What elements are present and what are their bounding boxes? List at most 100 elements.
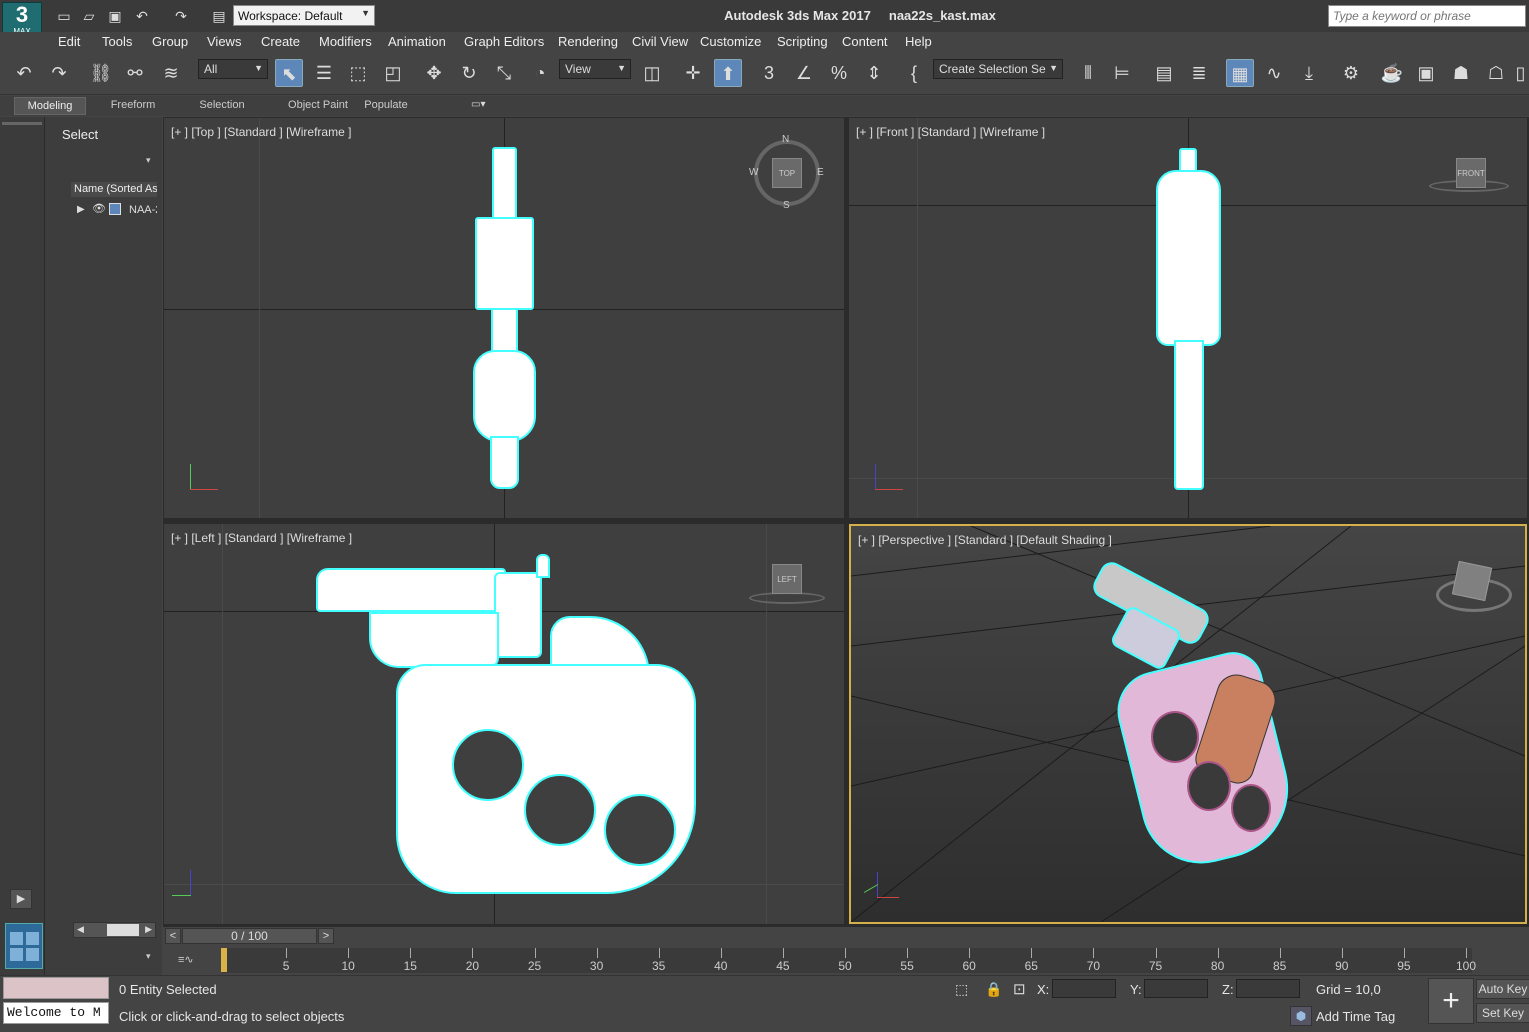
column-header-name[interactable]: Name (Sorted Ascending) xyxy=(71,182,157,197)
project-folder-icon[interactable]: ▤ xyxy=(210,7,228,25)
schematic-view-icon[interactable]: ⤓ xyxy=(1295,59,1323,87)
material-editor-icon[interactable]: ⚙ xyxy=(1337,59,1365,87)
visibility-eye-icon[interactable]: 👁 xyxy=(92,202,106,215)
keyboard-shortcut-override-icon[interactable]: ⬆ xyxy=(714,59,742,87)
spinner-snap-icon[interactable]: ⇕ xyxy=(860,59,888,87)
undo-icon[interactable]: ↶ xyxy=(133,7,151,25)
time-slider[interactable]: 0 / 100 xyxy=(182,928,317,944)
scale-icon[interactable]: ⤡ xyxy=(490,59,518,87)
next-frame-button[interactable]: > xyxy=(318,928,334,944)
viewport-label[interactable]: [+ ] [Front ] [Standard ] [Wireframe ] xyxy=(856,125,1045,139)
add-time-tag-button[interactable]: Add Time Tag xyxy=(1316,1009,1395,1024)
render-setup-icon[interactable]: ☕ xyxy=(1378,59,1406,87)
search-input[interactable] xyxy=(1328,5,1526,27)
scene-explorer-menu-icon[interactable]: ▾ xyxy=(146,155,151,166)
percent-snap-icon[interactable]: % xyxy=(825,59,853,87)
current-frame-marker[interactable] xyxy=(221,948,227,972)
select-manipulate-icon[interactable]: ✛ xyxy=(679,59,707,87)
menu-item-animation[interactable]: Animation xyxy=(388,34,446,49)
set-key-plus-icon[interactable]: + xyxy=(1428,978,1474,1024)
window-crossing-icon[interactable]: ◰ xyxy=(379,59,407,87)
maxscript-mini-listener[interactable] xyxy=(3,977,109,999)
auto-key-button[interactable]: Auto Key xyxy=(1476,979,1529,999)
render-iterative-icon[interactable]: ☖ xyxy=(1482,59,1510,87)
move-icon[interactable]: ✥ xyxy=(420,59,448,87)
ribbon-toggle-icon[interactable]: ▦ xyxy=(1226,59,1254,87)
menu-item-views[interactable]: Views xyxy=(207,34,241,49)
select-by-name-icon[interactable]: ☰ xyxy=(310,59,338,87)
absolute-transform-icon[interactable]: ⊡ xyxy=(1013,980,1026,998)
pivot-center-icon[interactable]: ◫ xyxy=(638,59,666,87)
workspace-dropdown[interactable]: Workspace: Default ▼ xyxy=(233,5,375,26)
menu-item-create[interactable]: Create xyxy=(261,34,300,49)
new-file-icon[interactable]: ▭ xyxy=(55,7,73,25)
viewcube-face[interactable]: TOP xyxy=(772,158,802,188)
unlink-icon[interactable]: ⚯ xyxy=(121,59,149,87)
coord-y-field[interactable] xyxy=(1144,979,1208,998)
edit-named-selection-icon[interactable]: { xyxy=(900,59,928,87)
menu-item-help[interactable]: Help xyxy=(905,34,932,49)
ribbon-options-icon[interactable]: ▭▾ xyxy=(471,99,497,113)
ribbon-tab-freeform[interactable]: Freeform xyxy=(100,97,166,115)
scroll-right-icon[interactable]: ▶ xyxy=(145,924,152,935)
scroll-thumb[interactable] xyxy=(107,924,139,936)
curve-editor-icon[interactable]: ∿ xyxy=(1260,59,1288,87)
prev-frame-button[interactable]: < xyxy=(165,928,181,944)
lock-selection-icon[interactable]: 🔒 xyxy=(985,981,1002,998)
ribbon-tab-selection[interactable]: Selection xyxy=(190,97,254,115)
viewport-left[interactable]: [+ ] [Left ] [Standard ] [Wireframe ] LE… xyxy=(164,524,844,924)
menu-item-civil-view[interactable]: Civil View xyxy=(632,34,688,49)
menu-item-graph-editors[interactable]: Graph Editors xyxy=(464,34,544,49)
viewport-top[interactable]: [+ ] [Top ] [Standard ] [Wireframe ] TOP… xyxy=(164,118,844,518)
select-object-icon[interactable]: ⬉ xyxy=(275,59,303,87)
coord-z-field[interactable] xyxy=(1236,979,1300,998)
menu-item-edit[interactable]: Edit xyxy=(58,34,80,49)
mini-curve-editor-icon[interactable]: ≡∿ xyxy=(178,953,194,966)
rendered-frame-window-icon[interactable]: ▣ xyxy=(1412,59,1440,87)
scene-explorer-toggle-icon[interactable]: ▤ xyxy=(1150,59,1178,87)
scene-item-row[interactable]: ▶ 👁 NAA-22S xyxy=(71,202,157,220)
rectangular-selection-icon[interactable]: ⬚ xyxy=(344,59,372,87)
render-production-icon[interactable]: ☗ xyxy=(1447,59,1475,87)
maxscript-input[interactable]: Welcome to M xyxy=(3,1002,109,1024)
redo-icon[interactable]: ↷ xyxy=(172,7,190,25)
time-tag-icon[interactable]: ⬢ xyxy=(1290,1006,1312,1026)
mirror-icon[interactable]: ⫴ xyxy=(1074,59,1102,87)
save-icon[interactable]: ▣ xyxy=(106,7,124,25)
expand-triangle-icon[interactable]: ▶ xyxy=(77,204,85,215)
viewport-front[interactable]: [+ ] [Front ] [Standard ] [Wireframe ] F… xyxy=(849,118,1527,518)
viewcube-cube[interactable] xyxy=(1451,560,1493,602)
render-activeshade-icon[interactable]: ▯ xyxy=(1512,59,1529,87)
viewport-label[interactable]: [+ ] [Perspective ] [Standard ] [Default… xyxy=(858,533,1112,547)
snaps-toggle-icon[interactable]: 3 xyxy=(755,59,783,87)
bind-space-warp-icon[interactable]: ≋ xyxy=(157,59,185,87)
angle-snap-icon[interactable]: ∠ xyxy=(790,59,818,87)
coord-x-field[interactable] xyxy=(1052,979,1116,998)
layer-explorer-icon[interactable]: ≣ xyxy=(1185,59,1213,87)
isolate-selection-icon[interactable]: ⬚ xyxy=(955,981,968,998)
viewport-label[interactable]: [+ ] [Top ] [Standard ] [Wireframe ] xyxy=(171,125,351,139)
rotate-icon[interactable]: ↻ xyxy=(455,59,483,87)
chevron-down-icon[interactable]: ▾ xyxy=(146,951,151,962)
link-icon[interactable]: ⛓ xyxy=(87,59,115,87)
expand-arrow-icon[interactable]: ▶ xyxy=(10,889,32,909)
ribbon-tab-modeling[interactable]: Modeling xyxy=(14,97,86,115)
scene-horizontal-scrollbar[interactable]: ◀ ▶ xyxy=(73,922,156,938)
open-file-icon[interactable]: ▱ xyxy=(80,7,98,25)
menu-item-tools[interactable]: Tools xyxy=(102,34,132,49)
set-key-button[interactable]: Set Key xyxy=(1476,1003,1529,1023)
redo-icon[interactable]: ↷ xyxy=(45,59,73,87)
ribbon-tab-object-paint[interactable]: Object Paint xyxy=(278,97,358,115)
menu-item-customize[interactable]: Customize xyxy=(700,34,761,49)
viewcube-face[interactable]: FRONT xyxy=(1456,158,1486,188)
scroll-left-icon[interactable]: ◀ xyxy=(77,924,84,935)
menu-item-content[interactable]: Content xyxy=(842,34,888,49)
align-icon[interactable]: ⊨ xyxy=(1108,59,1136,87)
menu-item-scripting[interactable]: Scripting xyxy=(777,34,828,49)
selection-filter-dropdown[interactable]: All ▼ xyxy=(198,59,268,79)
placement-icon[interactable]: ◔ xyxy=(526,59,554,87)
viewport-label[interactable]: [+ ] [Left ] [Standard ] [Wireframe ] xyxy=(171,531,352,545)
menu-item-rendering[interactable]: Rendering xyxy=(558,34,618,49)
viewport-perspective[interactable]: [+ ] [Perspective ] [Standard ] [Default… xyxy=(849,524,1527,924)
viewport-layout-button[interactable] xyxy=(5,923,43,969)
